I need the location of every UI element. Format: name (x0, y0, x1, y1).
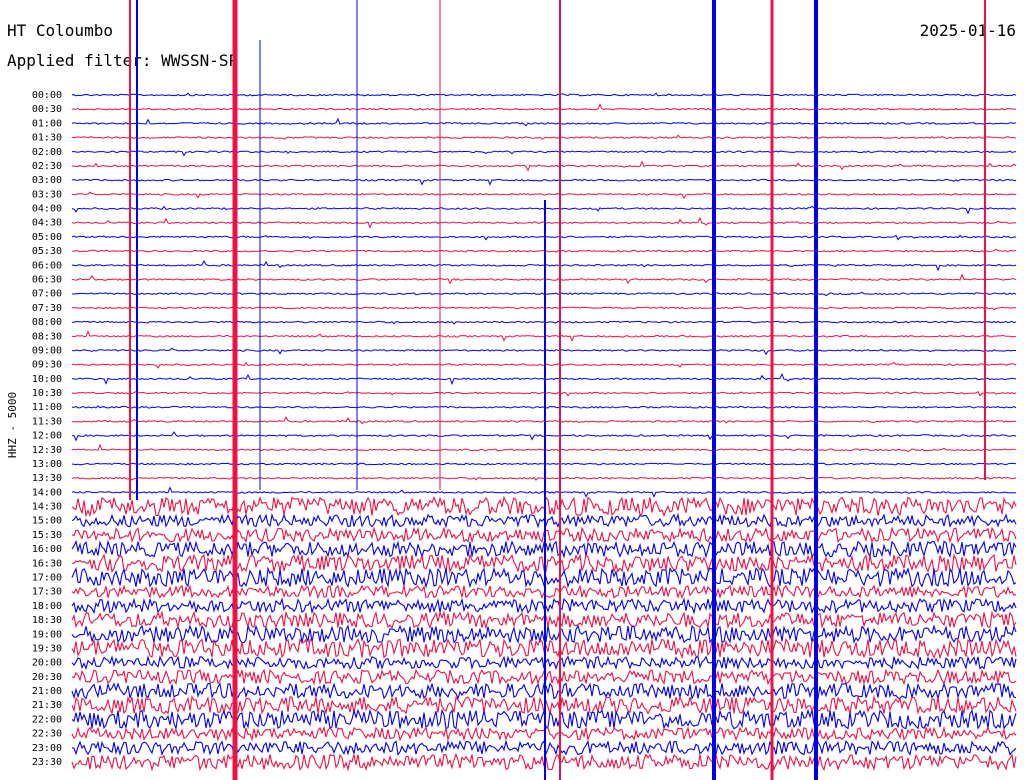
tick-label: 05:00 (32, 232, 62, 243)
tick-label: 20:00 (32, 658, 62, 669)
tick-label: 03:00 (32, 175, 62, 186)
tick-label: 09:00 (32, 345, 62, 356)
trace-group (71, 0, 1017, 780)
tick-label: 08:00 (32, 317, 62, 328)
tick-label: 12:30 (32, 445, 62, 456)
tick-label: 21:30 (32, 700, 62, 711)
trace-0330 (71, 191, 1017, 199)
tick-label: 09:30 (32, 360, 62, 371)
seismogram-plot: HT Coloumbo 2025-01-16 Applied filter: W… (6, 0, 1017, 780)
tick-label: 05:30 (32, 246, 62, 257)
tick-label: 17:30 (32, 587, 62, 598)
tick-label: 16:30 (32, 558, 62, 569)
tick-label: 10:30 (32, 388, 62, 399)
tick-label: 20:30 (32, 672, 62, 683)
tick-label: 00:30 (32, 104, 62, 115)
tick-label: 12:00 (32, 431, 62, 442)
tick-label: 15:30 (32, 530, 62, 541)
tick-label: 14:30 (32, 502, 62, 513)
tick-label: 13:30 (32, 473, 62, 484)
tick-label: 01:00 (32, 118, 62, 129)
tick-label: 02:00 (32, 147, 62, 158)
tick-label: 19:00 (32, 629, 62, 640)
trace-0230 (71, 160, 1017, 172)
tick-label: 16:00 (32, 544, 62, 555)
tick-label: 02:30 (32, 161, 62, 172)
tick-label: 13:00 (32, 459, 62, 470)
tick-label: 04:00 (32, 204, 62, 215)
tick-label: 07:30 (32, 303, 62, 314)
tick-label: 06:00 (32, 260, 62, 271)
trace-0030 (71, 103, 1016, 111)
trace-0130 (71, 134, 1017, 140)
tick-label: 10:00 (32, 374, 62, 385)
tick-label: 22:30 (32, 729, 62, 740)
tick-label: 11:30 (32, 416, 62, 427)
trace-0300 (71, 178, 1017, 186)
tick-label: 04:30 (32, 218, 62, 229)
tick-label: 06:30 (32, 275, 62, 286)
tick-label: 17:00 (32, 573, 62, 584)
tick-label: 03:30 (32, 189, 62, 200)
tick-label: 08:30 (32, 331, 62, 342)
tick-label: 21:00 (32, 686, 62, 697)
tick-label: 18:30 (32, 615, 62, 626)
tick-label: 01:30 (32, 133, 62, 144)
tick-label: 00:00 (32, 90, 62, 101)
tick-label: 07:00 (32, 289, 62, 300)
trace-0000 (71, 92, 1017, 97)
filter-label: Applied filter: WWSSN-SP (7, 51, 238, 70)
tick-label-group: 00:00 00:30 01:00 01:30 02:00 02:30 03:00 03:30… (32, 90, 62, 768)
tick-label: 23:30 (32, 757, 62, 768)
date-label: 2025-01-16 (920, 21, 1016, 40)
tick-label: 15:00 (32, 516, 62, 527)
tick-label: 14:00 (32, 487, 62, 498)
tick-label: 19:30 (32, 644, 62, 655)
trace-0100 (71, 117, 1017, 127)
tick-label: 23:00 (32, 743, 62, 754)
tick-label: 22:00 (32, 714, 62, 725)
y-axis-label: HHZ - 5000 (6, 392, 19, 458)
tick-label: 11:00 (32, 402, 62, 413)
tick-label: 18:00 (32, 601, 62, 612)
trace-0200 (71, 150, 1017, 157)
station-title: HT Coloumbo (7, 21, 113, 40)
